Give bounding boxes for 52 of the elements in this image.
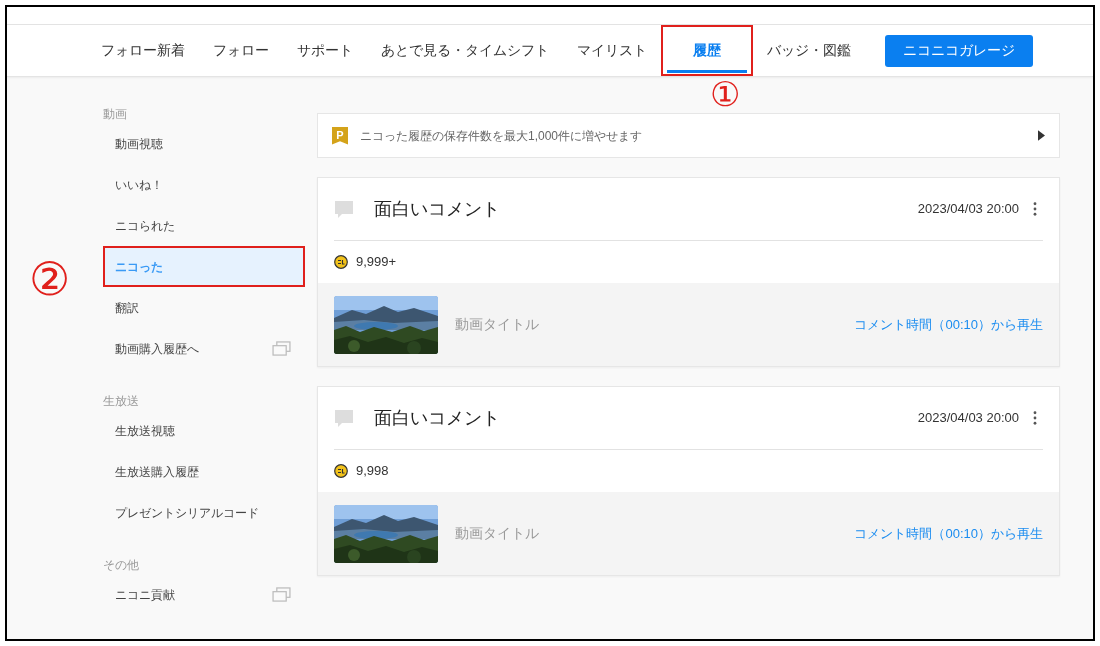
sidebar-item[interactable]: いいね！	[105, 166, 303, 203]
nav-tab[interactable]: フォロー新着	[89, 27, 197, 74]
sidebar-item[interactable]: 動画購入履歴へ	[105, 330, 303, 367]
nav-tab[interactable]: あとで見る・タイムシフト	[369, 27, 561, 74]
nav-tab[interactable]: マイリスト	[565, 27, 659, 74]
sidebar-item-label: 生放送視聴	[115, 422, 175, 440]
sidebar-item-label: プレゼントシリアルコード	[115, 504, 259, 522]
comment-text: 面白いコメント	[374, 406, 501, 430]
coin-icon	[334, 464, 348, 478]
sidebar-item-label: ニコった	[115, 258, 163, 276]
comment-date: 2023/04/03 20:00	[917, 200, 1019, 219]
sidebar-item-label: 動画視聴	[115, 135, 163, 153]
annotation-number: ②	[29, 256, 70, 302]
caret-icon	[1038, 130, 1045, 141]
comment-text: 面白いコメント	[374, 197, 501, 221]
more-icon[interactable]	[1033, 411, 1037, 425]
sidebar-item-label: 動画購入履歴へ	[115, 340, 199, 358]
comment-icon	[334, 199, 354, 219]
nav-tab[interactable]: 履歴	[663, 27, 751, 74]
sidebar-item-label: 翻訳	[115, 299, 139, 317]
sidebar-item[interactable]: 生放送購入履歴	[105, 453, 303, 490]
section-heading: 生放送	[103, 393, 140, 410]
premium-badge: P	[332, 126, 348, 145]
sidebar-item-label: いいね！	[115, 176, 163, 194]
sidebar-item[interactable]: ニコられた	[105, 207, 303, 244]
promo-text: ニコった履歴の保存件数を最大1,000件に増やせます	[360, 127, 644, 145]
sidebar-item-label: ニコられた	[115, 217, 175, 235]
section-heading: その他	[103, 557, 140, 574]
nico-count: 9,999+	[356, 253, 397, 272]
sidebar-item[interactable]: 生放送視聴	[105, 412, 303, 449]
sidebar-item[interactable]: 翻訳	[105, 289, 303, 326]
more-icon[interactable]	[1033, 202, 1037, 216]
video-title: 動画タイトル	[455, 524, 540, 543]
nav-tab[interactable]: バッジ・図鑑	[755, 27, 863, 74]
section-heading: 動画	[103, 106, 128, 123]
nav-tab[interactable]: フォロー	[201, 27, 281, 74]
sidebar-item[interactable]: ニコニ貢献	[105, 576, 303, 613]
coin-icon	[334, 255, 348, 269]
sidebar-item-label: ニコニ貢献	[115, 586, 175, 604]
sidebar-item[interactable]: プレゼントシリアルコード	[105, 494, 303, 531]
nav-tab[interactable]: サポート	[285, 27, 365, 74]
garage-button[interactable]: ニコニコガレージ	[885, 34, 1033, 67]
window-icon	[272, 341, 291, 356]
nico-count: 9,998	[356, 462, 389, 481]
sidebar-item-label: 生放送購入履歴	[115, 463, 199, 481]
video-title: 動画タイトル	[455, 315, 540, 334]
window-icon	[272, 587, 291, 602]
sidebar-item[interactable]: 動画視聴	[105, 125, 303, 162]
comment-date: 2023/04/03 20:00	[917, 409, 1019, 428]
comment-icon	[334, 408, 354, 428]
annotation-number: ①	[710, 77, 740, 111]
promo-banner[interactable]: P ニコった履歴の保存件数を最大1,000件に増やせます	[317, 113, 1060, 158]
